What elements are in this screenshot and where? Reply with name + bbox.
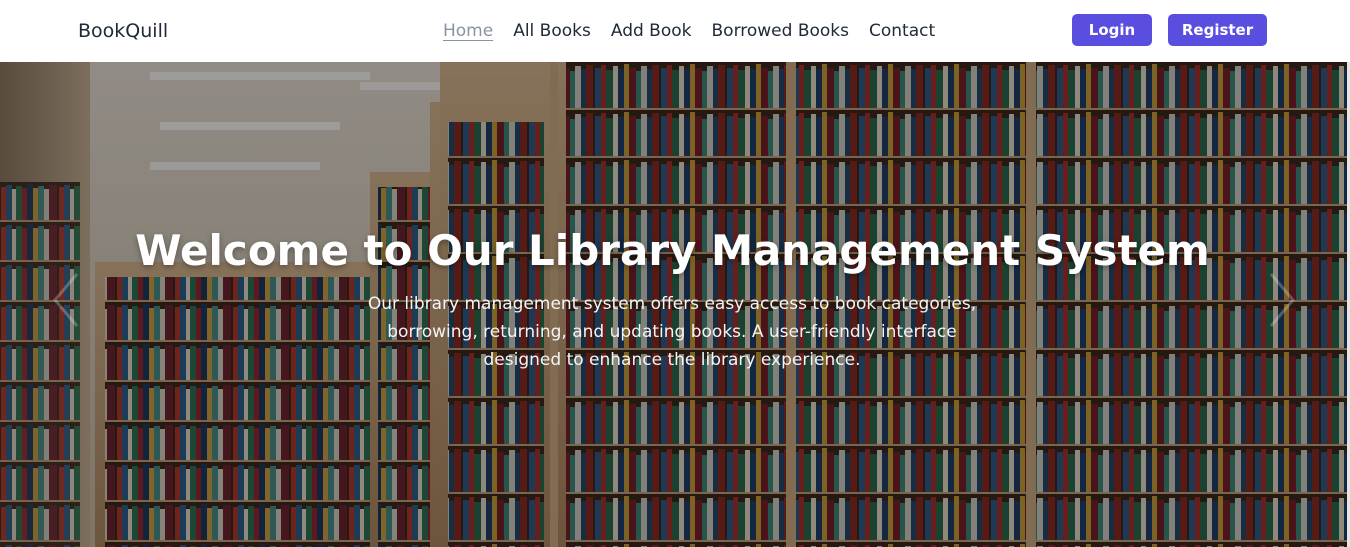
brand-logo[interactable]: BookQuill bbox=[78, 19, 168, 43]
chevron-left-icon[interactable] bbox=[46, 270, 86, 330]
chevron-right-icon[interactable] bbox=[1262, 270, 1302, 330]
hero-title: Welcome to Our Library Management System bbox=[135, 226, 1210, 275]
navbar: BookQuill Home All Books Add Book Borrow… bbox=[0, 0, 1350, 62]
hero-description: Our library management system offers eas… bbox=[367, 294, 977, 370]
nav-link-home[interactable]: Home bbox=[443, 19, 493, 43]
nav-link-borrowed-books[interactable]: Borrowed Books bbox=[712, 19, 850, 43]
register-button[interactable]: Register bbox=[1168, 14, 1267, 46]
nav-link-all-books[interactable]: All Books bbox=[513, 19, 591, 43]
nav-link-contact[interactable]: Contact bbox=[869, 19, 935, 43]
login-button[interactable]: Login bbox=[1072, 14, 1152, 46]
nav-links: Home All Books Add Book Borrowed Books C… bbox=[443, 19, 935, 43]
nav-link-add-book[interactable]: Add Book bbox=[611, 19, 692, 43]
